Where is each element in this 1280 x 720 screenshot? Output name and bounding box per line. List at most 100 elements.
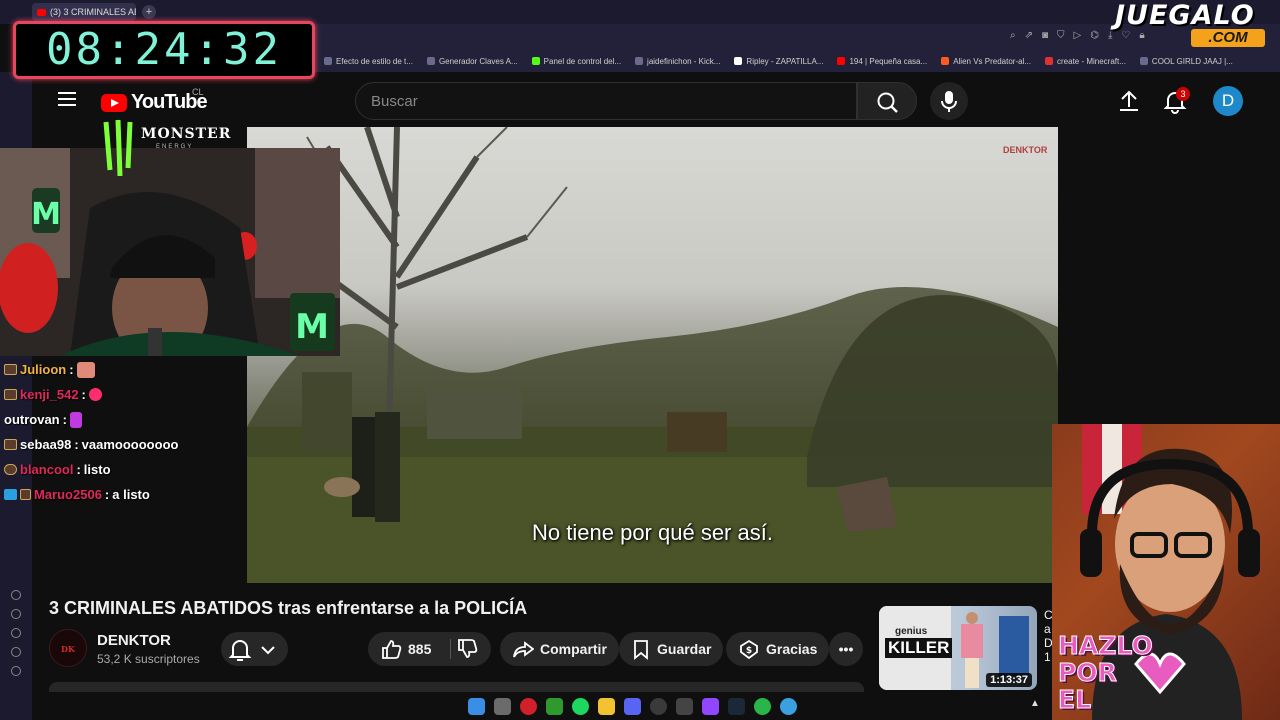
emote-icon (88, 388, 102, 401)
save-button[interactable]: Guardar (619, 632, 724, 666)
like-count[interactable]: 885 (408, 641, 431, 657)
notification-badge: 3 (1176, 87, 1190, 101)
video-player[interactable]: DENKTOR No tiene por qué ser así. (247, 127, 1058, 583)
bookmark-item[interactable]: 194 | Pequeña casa... (837, 57, 927, 66)
task-view-icon[interactable] (494, 697, 511, 715)
bookmark-item[interactable]: jaidefinichon - Kick... (635, 57, 720, 66)
tab-title: (3) 3 CRIMINALES ABATIDOS (50, 7, 136, 17)
bulb-icon[interactable] (11, 647, 21, 657)
video-subtitle: No tiene por qué ser así. (532, 520, 773, 545)
bookmark-item[interactable]: Alien Vs Predator-al... (941, 57, 1031, 66)
chat-message: blancool: listo (0, 457, 246, 482)
subscriber-badge-icon (4, 464, 17, 475)
chat-text: a listo (112, 487, 150, 502)
more-icon[interactable] (11, 666, 21, 676)
chat-message: Julioon: (0, 357, 246, 382)
subscription-bell-button[interactable] (221, 632, 288, 666)
steam-icon[interactable] (728, 697, 745, 715)
super-thanks-icon: $ (740, 639, 758, 660)
bookmark-icon (324, 57, 332, 65)
system-tray-chevron-icon[interactable]: ▲ (1030, 698, 1040, 709)
menu-icon[interactable] (58, 92, 76, 106)
webcam-feed: M M (0, 148, 340, 356)
video-duration: 1:13:37 (986, 673, 1032, 687)
stream-clock: 08:24:32 (13, 21, 315, 79)
youtube-logo[interactable]: YouTube (101, 91, 208, 114)
chat-message: outrovan: (0, 407, 246, 432)
video-frame (247, 127, 1058, 583)
streamer-webcam: M M (0, 148, 340, 356)
download-icon[interactable]: ⤓ (1108, 30, 1112, 41)
chat-username: Maruo2506 (34, 487, 102, 502)
juegalo-logo: JUEGALO .COM (1115, 2, 1280, 50)
extensions-icon[interactable]: ⌬ (1090, 30, 1099, 41)
play-icon[interactable]: ▷ (1074, 30, 1082, 41)
thanks-button[interactable]: $ Gracias (726, 632, 830, 666)
emote-icon (76, 361, 95, 378)
share-icon (513, 641, 534, 658)
dislike-icon[interactable] (456, 638, 478, 660)
search-button[interactable] (857, 82, 917, 120)
windows-start-icon[interactable] (468, 697, 485, 715)
heart-icon[interactable] (11, 590, 21, 600)
subscriber-badge-icon (4, 364, 17, 375)
camera-icon[interactable]: ◙ (1042, 30, 1048, 41)
chat-text: listo (83, 462, 111, 477)
bookmark-item[interactable]: Panel de control del... (531, 57, 621, 66)
shield-icon[interactable]: ⛉ (1057, 30, 1065, 41)
bookmark-item[interactable]: Ripley - ZAPATILLA... (734, 57, 823, 66)
bookmark-item[interactable]: COOL GIRLD JAAJ |... (1139, 57, 1233, 66)
create-button[interactable] (1117, 89, 1141, 113)
xbox-icon[interactable] (546, 697, 563, 715)
bookmark-item[interactable]: create - Minecraft... (1045, 57, 1126, 66)
divider (450, 639, 451, 659)
svg-text:M: M (31, 197, 61, 232)
new-tab-button[interactable]: + (142, 5, 156, 19)
chat-username: Julioon (20, 362, 67, 377)
bookmark-icon (1139, 57, 1148, 65)
bookmark-item[interactable]: Generador Claves A... (426, 57, 518, 66)
discord-icon[interactable] (624, 697, 641, 715)
zoom-icon[interactable]: ⌕ (1010, 30, 1016, 41)
opera-gx-icon[interactable] (520, 697, 537, 715)
share-button[interactable]: Compartir (500, 632, 619, 666)
like-icon[interactable] (380, 638, 402, 660)
bookmark-item[interactable]: Efecto de estilo de t... (324, 57, 413, 66)
bookmark-icon (635, 57, 644, 65)
video-title: 3 CRIMINALES ABATIDOS tras enfrentarse a… (49, 598, 528, 618)
recommended-video-thumbnail[interactable]: genius KILLER 1:13:37 (879, 606, 1037, 690)
browser-tab-active[interactable]: (3) 3 CRIMINALES ABATIDOS (32, 3, 136, 21)
chat-username: sebaa98 (20, 437, 72, 452)
subscriber-count: 53,2 K suscriptores (97, 652, 200, 666)
chat-username: outrovan (4, 412, 60, 427)
search-icon (877, 92, 898, 113)
account-avatar[interactable]: D (1213, 86, 1243, 116)
history-icon[interactable] (11, 609, 21, 619)
bookmark-icon (426, 57, 435, 65)
stream-chat: Julioon: kenji_542: outrovan: sebaa98: v… (0, 357, 246, 507)
app-icon[interactable] (780, 697, 797, 715)
svg-text:DK: DK (61, 644, 76, 654)
channel-watermark: DENKTOR (1003, 145, 1048, 155)
chat-message: kenji_542: (0, 382, 246, 407)
prime-badge-icon (4, 489, 17, 500)
channel-avatar[interactable]: DK (49, 629, 87, 667)
file-explorer-icon[interactable] (598, 697, 615, 715)
spotify-icon[interactable] (572, 697, 589, 715)
channel-logo-icon: DK (61, 644, 76, 654)
voice-search-button[interactable] (930, 82, 968, 120)
channel-name[interactable]: DENKTOR (97, 632, 171, 649)
description-box[interactable] (49, 682, 864, 692)
share-icon[interactable]: ⇗ (1025, 30, 1033, 41)
search-input[interactable] (355, 82, 857, 120)
svg-text:$: $ (746, 646, 752, 656)
app-icon[interactable] (702, 697, 719, 715)
obs-icon[interactable] (650, 697, 667, 715)
youtube-icon (837, 57, 846, 65)
streamer-avatar-art: HAZLO POR EL (1052, 424, 1280, 720)
more-actions-button[interactable]: ••• (829, 632, 863, 666)
thumbnail-headline: KILLER (885, 638, 953, 658)
app-icon[interactable] (754, 697, 771, 715)
settings-icon[interactable] (11, 628, 21, 638)
app-icon[interactable] (676, 697, 693, 715)
